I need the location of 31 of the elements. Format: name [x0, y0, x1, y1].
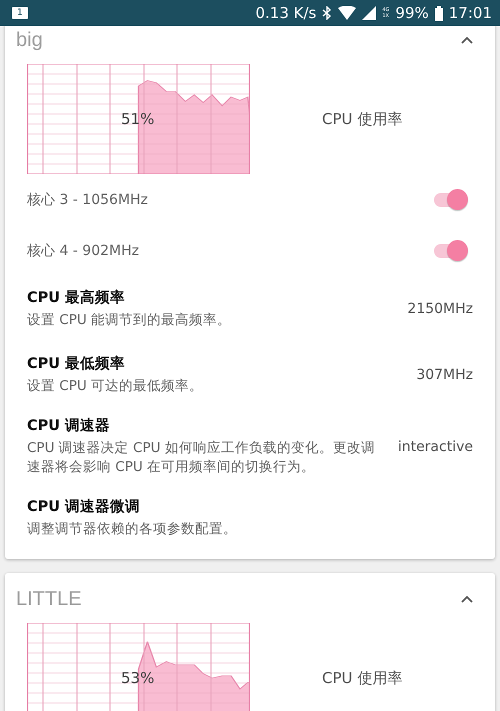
- setting-title: CPU 调速器微调: [27, 498, 142, 516]
- setting-description: CPU 调速器决定 CPU 如何响应工作负载的变化。更改调速器将会影响 CPU 在可用频率间的切换行为。: [27, 439, 376, 477]
- setting-value: 2150MHz: [407, 301, 473, 317]
- cluster-title: LITTLE: [16, 588, 82, 610]
- battery-icon: [434, 6, 443, 20]
- core-switch[interactable]: [432, 188, 470, 212]
- setting-title: CPU 调速器: [27, 416, 112, 435]
- setting-description: 设置 CPU 可达的最低频率。: [27, 377, 204, 396]
- setting-value: 307MHz: [416, 367, 473, 383]
- usage-percent: 53%: [121, 669, 154, 687]
- usage-label: CPU 使用率: [322, 110, 402, 128]
- chevron-icon[interactable]: [461, 36, 473, 44]
- network-speed: 0.13 K/s: [255, 4, 316, 22]
- chevron-icon[interactable]: [461, 595, 473, 603]
- core-label: 核心 4 - 902MHz: [27, 242, 139, 260]
- notification-badge: 1: [12, 7, 28, 19]
- battery-level: 99%: [395, 4, 429, 22]
- wifi-icon: [338, 6, 356, 20]
- signal-icon: [362, 6, 376, 20]
- setting-description: 设置 CPU 能调节到的最高频率。: [27, 311, 232, 330]
- setting-value: interactive: [398, 438, 473, 454]
- setting-description: 调整调节器依赖的各项参数配置。: [27, 520, 237, 539]
- core-switch[interactable]: [432, 238, 470, 262]
- setting-title: CPU 最低频率: [27, 354, 126, 373]
- core-label: 核心 3 - 1056MHz: [27, 190, 148, 208]
- bluetooth-icon: [322, 6, 332, 20]
- clock: 17:01: [448, 4, 492, 22]
- setting-title: CPU 最高频率: [27, 288, 126, 307]
- usage-percent: 51%: [121, 110, 154, 128]
- cluster-title: big: [16, 28, 43, 52]
- usage-label: CPU 使用率: [322, 668, 402, 688]
